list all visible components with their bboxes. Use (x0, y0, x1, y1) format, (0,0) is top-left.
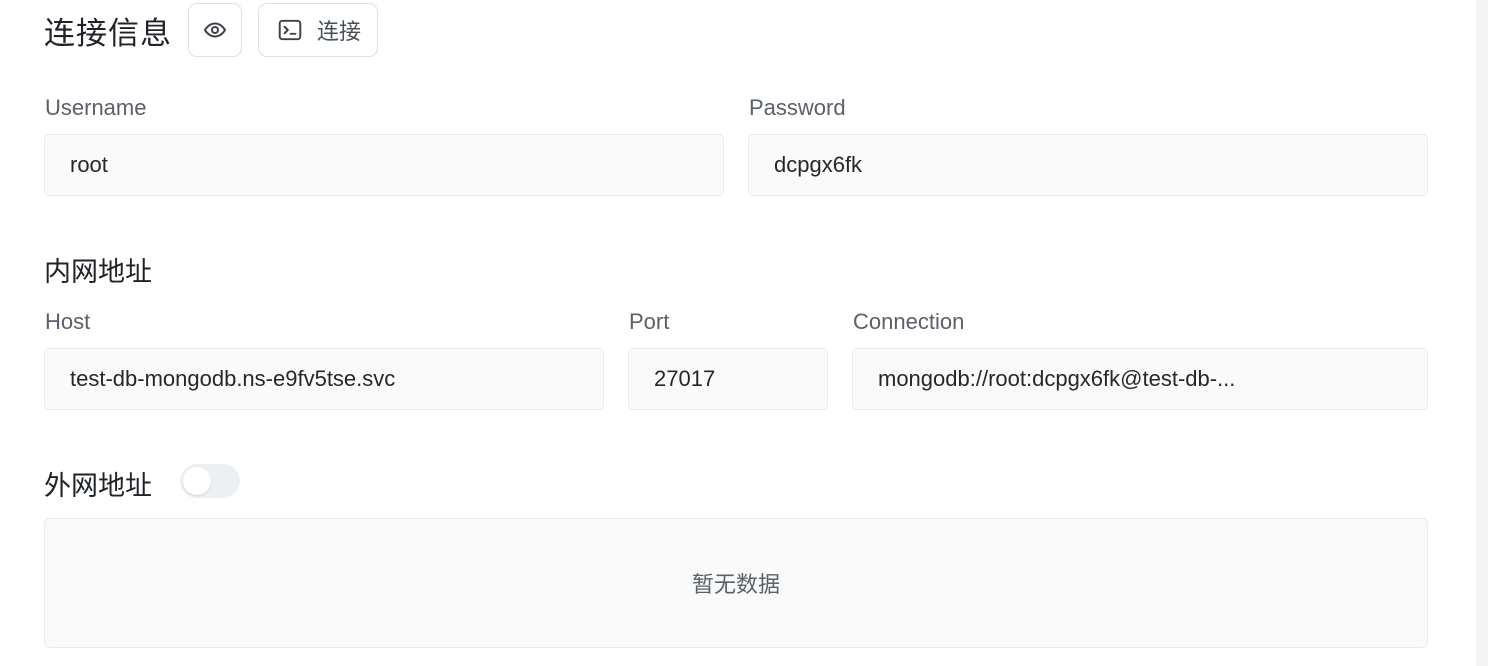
empty-state-text: 暂无数据 (691, 573, 780, 598)
host-label: Host (45, 309, 91, 334)
host-value: test-db-mongodb.ns-e9fv5tse.svc (70, 366, 396, 391)
page-title: 连接信息 (44, 15, 172, 52)
connection-info-header: 连接信息 连接 (44, 2, 379, 58)
connect-button[interactable]: 连接 (258, 3, 379, 57)
username-value: root (70, 152, 108, 177)
connect-button-label: 连接 (317, 20, 362, 45)
external-address-empty-state: 暂无数据 (44, 518, 1428, 648)
external-address-toggle[interactable] (180, 464, 240, 498)
username-field[interactable]: root (44, 134, 724, 196)
password-value: dcpgx6fk (774, 152, 863, 177)
port-label: Port (629, 309, 670, 334)
external-address-title: 外网地址 (44, 471, 152, 502)
eye-icon (204, 22, 226, 38)
username-label: Username (45, 95, 147, 120)
host-field[interactable]: test-db-mongodb.ns-e9fv5tse.svc (44, 348, 604, 410)
port-field[interactable]: 27017 (628, 348, 828, 410)
scrollbar-track[interactable] (1476, 0, 1488, 666)
connection-label: Connection (853, 309, 965, 334)
password-label: Password (749, 95, 846, 120)
port-value: 27017 (654, 366, 716, 391)
connection-field[interactable]: mongodb://root:dcpgx6fk@test-db-... (852, 348, 1428, 410)
toggle-visibility-button[interactable] (188, 3, 242, 57)
toggle-knob (183, 467, 211, 495)
terminal-icon (278, 19, 302, 41)
connection-value: mongodb://root:dcpgx6fk@test-db-... (878, 366, 1236, 391)
internal-address-title: 内网地址 (44, 257, 152, 288)
password-field[interactable]: dcpgx6fk (748, 134, 1428, 196)
